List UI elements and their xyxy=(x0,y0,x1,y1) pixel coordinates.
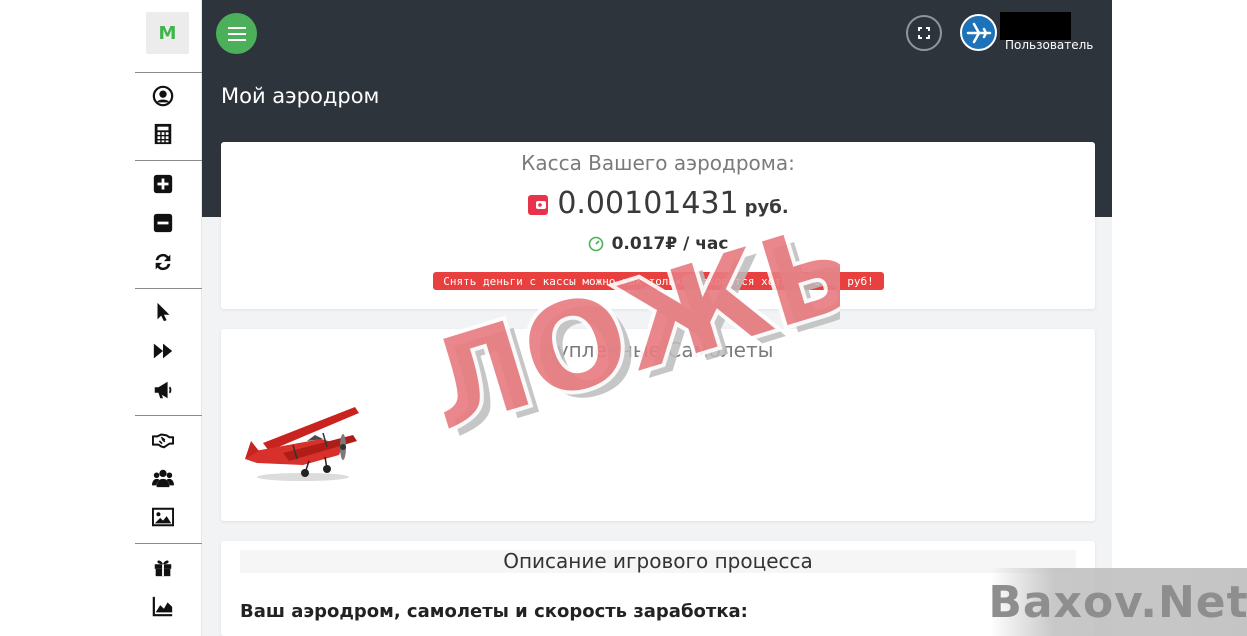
site-watermark: Baxov.Net xyxy=(988,568,1247,636)
advertising-link[interactable] xyxy=(151,378,175,402)
cashbox-card: Касса Вашего аэродрома: 0.00101431 руб. … xyxy=(221,142,1095,309)
calculator-link[interactable] xyxy=(151,122,175,146)
description-card: Описание игрового процесса Ваш аэродром,… xyxy=(221,541,1095,636)
bonus-link[interactable] xyxy=(151,555,175,579)
speedometer-icon xyxy=(588,236,603,252)
cashbox-value: 0.00101431 xyxy=(557,186,739,221)
page-title: Мой аэродром xyxy=(221,84,380,108)
megaphone-icon xyxy=(154,381,172,399)
biplane-image[interactable] xyxy=(243,401,361,483)
minus-square-icon xyxy=(153,213,173,233)
pointer-icon xyxy=(157,302,170,322)
calculator-icon xyxy=(154,123,172,145)
gift-icon xyxy=(154,560,172,577)
avatar[interactable] xyxy=(960,14,997,51)
sidebar-divider xyxy=(135,288,202,289)
statistics-link[interactable] xyxy=(151,594,175,618)
planes-title: Купленные Самолеты xyxy=(542,338,774,362)
airplane-icon xyxy=(966,22,991,43)
sidebar-divider xyxy=(135,160,202,161)
menu-toggle-button[interactable] xyxy=(216,13,257,54)
profile-link[interactable] xyxy=(151,84,175,108)
site-watermark-text: Baxov.Net xyxy=(988,576,1247,628)
handshake-icon xyxy=(152,433,174,449)
sidebar-divider xyxy=(135,72,202,73)
deposit-link[interactable] xyxy=(151,172,175,196)
hamburger-icon xyxy=(227,26,246,41)
plus-square-icon xyxy=(153,174,173,194)
cashbox-balance: 0.00101431 руб. xyxy=(221,186,1095,221)
refresh-icon xyxy=(155,253,171,271)
referrals-link[interactable] xyxy=(151,466,175,490)
username-redacted xyxy=(1000,12,1071,40)
area-chart-icon xyxy=(152,596,173,617)
fullscreen-button[interactable] xyxy=(906,15,942,51)
user-role: Пользователь xyxy=(1005,38,1094,52)
promo-materials-link[interactable] xyxy=(151,505,175,529)
fullscreen-icon xyxy=(918,27,930,39)
withdraw-link[interactable] xyxy=(151,211,175,235)
image-icon xyxy=(152,507,174,527)
tasks-link[interactable] xyxy=(151,339,175,363)
page: Пользователь Мой аэродром M Касса Вашего… xyxy=(0,0,1247,636)
partners-link[interactable] xyxy=(151,428,175,452)
description-title: Описание игрового процесса xyxy=(503,549,813,573)
wallet-icon xyxy=(528,195,549,215)
logo[interactable]: M xyxy=(146,12,189,54)
sidebar: M xyxy=(135,0,202,636)
fast-forward-icon xyxy=(153,343,173,359)
exchange-link[interactable] xyxy=(151,250,175,274)
surfing-link[interactable] xyxy=(151,300,175,324)
earning-rate-text: 0.017₽ / час xyxy=(611,234,729,254)
user-circle-icon xyxy=(152,85,174,107)
planes-card: Купленные Самолеты xyxy=(221,329,1095,521)
withdraw-alert: Снять деньги с кассы можно как только на… xyxy=(433,272,884,290)
sidebar-divider xyxy=(135,543,202,544)
sidebar-divider xyxy=(135,415,202,416)
description-subtitle: Ваш аэродром, самолеты и скорость зарабо… xyxy=(240,601,748,622)
users-icon xyxy=(152,469,174,488)
cashbox-title: Касса Вашего аэродрома: xyxy=(521,151,795,175)
cashbox-unit: руб. xyxy=(744,197,789,218)
earning-rate: 0.017₽ / час xyxy=(221,234,1095,254)
